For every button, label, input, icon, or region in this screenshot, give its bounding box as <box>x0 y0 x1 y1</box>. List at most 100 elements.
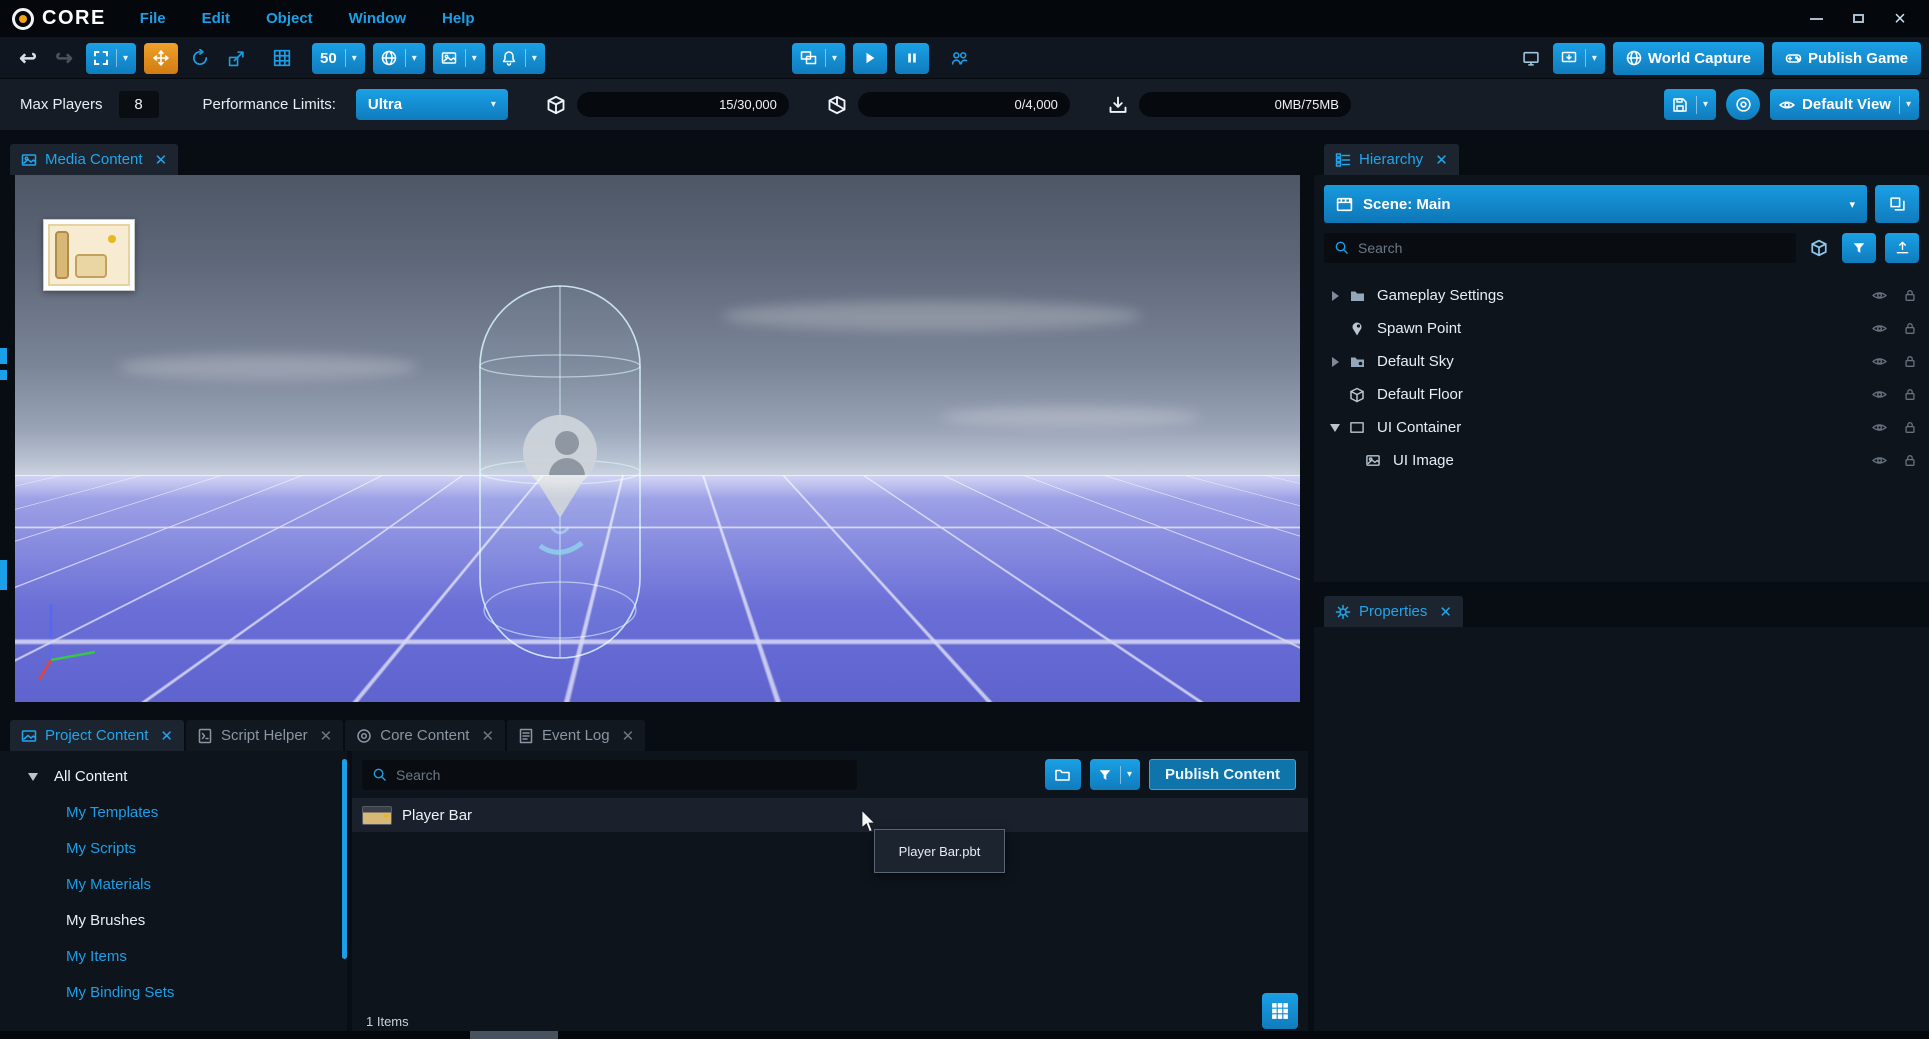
hierarchy-search-input[interactable] <box>1358 240 1786 256</box>
tab-hierarchy[interactable]: Hierarchy ✕ <box>1324 144 1459 175</box>
tab-properties[interactable]: Properties ✕ <box>1324 596 1463 627</box>
lock-icon[interactable] <box>1903 387 1917 402</box>
close-tab-icon[interactable]: ✕ <box>1435 151 1448 169</box>
undo-button[interactable]: ↩ <box>14 43 42 74</box>
sidebar-scrollbar[interactable] <box>342 759 347 959</box>
media-preview-card[interactable] <box>43 219 135 291</box>
hierarchy-row-gameplay-settings[interactable]: Gameplay Settings <box>1314 279 1929 312</box>
save-icon <box>1672 97 1688 113</box>
hierarchy-row-ui-container[interactable]: UI Container <box>1314 411 1929 444</box>
horizontal-scrollbar[interactable] <box>0 1031 1929 1039</box>
menu-file[interactable]: File <box>140 10 166 27</box>
snap-size-dropdown[interactable]: 50▾ <box>312 43 365 74</box>
lock-icon[interactable] <box>1903 321 1917 336</box>
select-tool-dropdown[interactable]: ▾ <box>86 43 136 74</box>
target-view-button[interactable] <box>1726 89 1760 120</box>
tab-event-log[interactable]: Event Log ✕ <box>507 720 645 751</box>
hierarchy-row-default-sky[interactable]: Default Sky <box>1314 345 1929 378</box>
menu-edit[interactable]: Edit <box>202 10 230 27</box>
publish-content-button[interactable]: Publish Content <box>1149 759 1296 790</box>
sidebar-item-my-items[interactable]: My Items <box>0 939 347 975</box>
tab-media-content[interactable]: Media Content ✕ <box>10 144 178 175</box>
expander-icon[interactable] <box>1326 291 1344 301</box>
lock-icon[interactable] <box>1903 420 1917 435</box>
pause-button[interactable] <box>895 43 929 74</box>
device-monitor-icon[interactable] <box>1517 43 1545 74</box>
close-tab-icon[interactable]: ✕ <box>481 727 494 745</box>
scrollbar-thumb[interactable] <box>470 1031 558 1039</box>
scene-template-button[interactable] <box>1875 185 1919 223</box>
new-folder-button[interactable] <box>1045 759 1081 790</box>
save-dropdown[interactable]: ▾ <box>1664 89 1716 120</box>
close-button[interactable]: × <box>1891 10 1909 28</box>
visibility-eye-icon[interactable] <box>1871 321 1888 336</box>
minimize-button[interactable] <box>1807 10 1825 28</box>
hierarchy-row-default-floor[interactable]: Default Floor <box>1314 378 1929 411</box>
rotate-tool-button[interactable] <box>186 43 214 74</box>
screenshot-dropdown[interactable]: ▾ <box>433 43 485 74</box>
menu-window[interactable]: Window <box>349 10 406 27</box>
multiplayer-players-icon[interactable] <box>945 43 973 74</box>
world-settings-dropdown[interactable]: ▾ <box>373 43 425 74</box>
visibility-cube-icon[interactable] <box>1805 232 1833 263</box>
hierarchy-filter-button[interactable] <box>1842 233 1876 263</box>
eye-icon <box>1778 97 1796 113</box>
hierarchy-export-button[interactable] <box>1885 233 1919 263</box>
lock-icon[interactable] <box>1903 453 1917 468</box>
sidebar-item-my-materials[interactable]: My Materials <box>0 867 347 903</box>
multi-screen-icon <box>800 50 817 66</box>
lock-icon[interactable] <box>1903 354 1917 369</box>
play-button[interactable] <box>853 43 887 74</box>
move-tool-button[interactable] <box>144 43 178 74</box>
tab-project-content[interactable]: Project Content ✕ <box>10 720 184 751</box>
close-tab-icon[interactable]: ✕ <box>320 727 333 745</box>
tab-script-helper[interactable]: Script Helper ✕ <box>186 720 343 751</box>
publish-game-button[interactable]: Publish Game <box>1772 42 1921 75</box>
expander-icon[interactable] <box>1326 357 1344 367</box>
expander-icon[interactable] <box>24 773 42 781</box>
expander-icon[interactable] <box>1326 424 1344 432</box>
sidebar-item-my-templates[interactable]: My Templates <box>0 795 347 831</box>
content-search-input[interactable] <box>396 767 847 783</box>
hierarchy-row-ui-image[interactable]: UI Image <box>1314 444 1929 477</box>
remote-preview-dropdown[interactable]: ▾ <box>1553 43 1605 74</box>
multiplayer-preview-dropdown[interactable]: ▾ <box>792 43 845 74</box>
scene-selector-dropdown[interactable]: Scene: Main ▾ <box>1324 185 1867 223</box>
tab-core-content[interactable]: Core Content ✕ <box>345 720 505 751</box>
world-capture-button[interactable]: World Capture <box>1613 42 1764 75</box>
visibility-eye-icon[interactable] <box>1871 354 1888 369</box>
viewport-tabstrip: Media Content ✕ <box>0 130 1308 175</box>
notifications-dropdown[interactable]: ▾ <box>493 43 545 74</box>
content-filter-dropdown[interactable]: ▾ <box>1090 759 1140 790</box>
scene-viewport[interactable] <box>15 175 1300 702</box>
visibility-eye-icon[interactable] <box>1871 288 1888 303</box>
grid-view-button[interactable] <box>1262 993 1298 1029</box>
close-tab-icon[interactable]: ✕ <box>160 727 173 745</box>
hierarchy-row-spawn-point[interactable]: Spawn Point <box>1314 312 1929 345</box>
close-tab-icon[interactable]: ✕ <box>1439 603 1452 621</box>
grid-snap-button[interactable] <box>268 43 296 74</box>
sidebar-item-my-scripts[interactable]: My Scripts <box>0 831 347 867</box>
visibility-eye-icon[interactable] <box>1871 387 1888 402</box>
properties-body <box>1314 627 1929 1039</box>
menu-help[interactable]: Help <box>442 10 475 27</box>
core-logo[interactable]: CORE <box>12 7 106 30</box>
visibility-eye-icon[interactable] <box>1871 453 1888 468</box>
memory-usage-stat: 0MB/75MB <box>1108 92 1351 117</box>
scale-tool-button[interactable] <box>222 43 250 74</box>
default-view-dropdown[interactable]: Default View▾ <box>1770 89 1919 120</box>
redo-button[interactable]: ↪ <box>50 43 78 74</box>
sidebar-item-my-brushes[interactable]: My Brushes <box>0 903 347 939</box>
restore-button[interactable] <box>1849 10 1867 28</box>
sidebar-item-all-content[interactable]: All Content <box>0 757 347 795</box>
visibility-eye-icon[interactable] <box>1871 420 1888 435</box>
close-tab-icon[interactable]: ✕ <box>155 151 168 169</box>
menu-object[interactable]: Object <box>266 10 313 27</box>
max-players-value[interactable]: 8 <box>119 91 159 118</box>
target-icon <box>1735 96 1752 113</box>
performance-limits-dropdown[interactable]: Ultra▾ <box>356 89 508 120</box>
close-tab-icon[interactable]: ✕ <box>622 727 635 745</box>
sidebar-item-my-binding-sets[interactable]: My Binding Sets <box>0 975 347 1011</box>
lock-icon[interactable] <box>1903 288 1917 303</box>
asset-row-player-bar[interactable]: Player Bar <box>352 798 1308 832</box>
